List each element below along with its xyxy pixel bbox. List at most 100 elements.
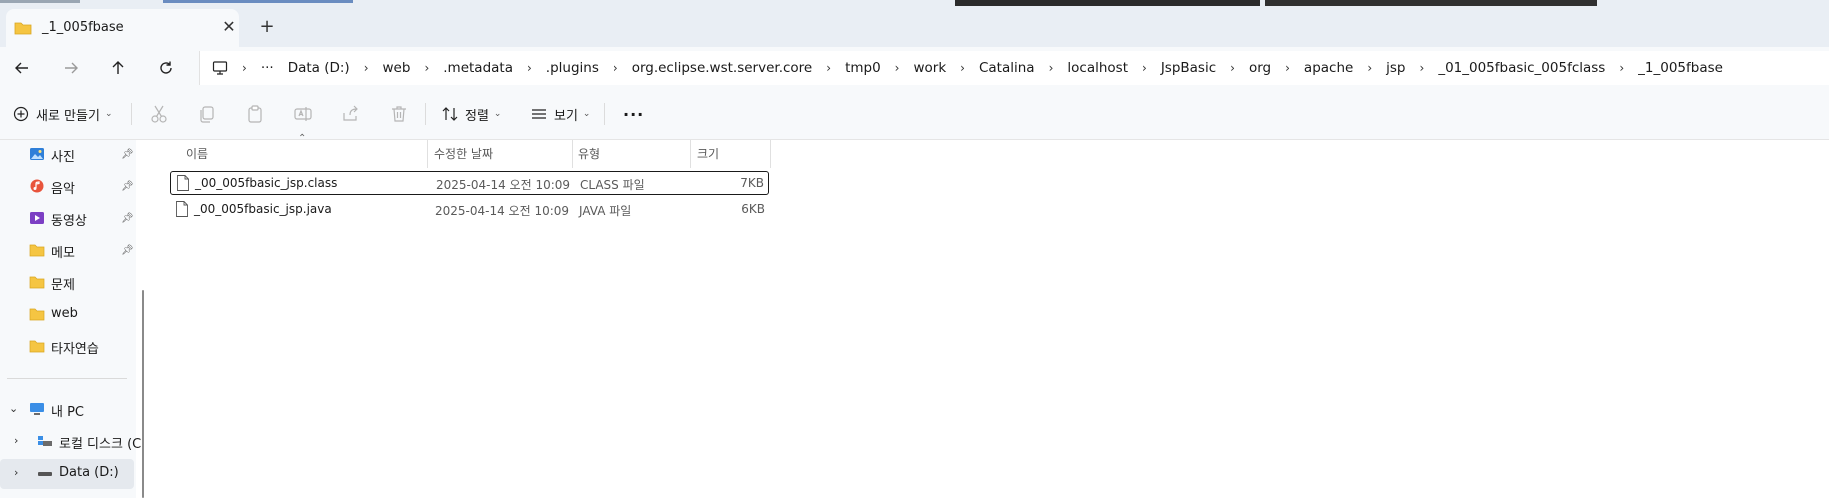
- column-header-size[interactable]: 크기: [697, 140, 719, 166]
- pin-icon: 📌︎: [121, 181, 134, 192]
- tab-current[interactable]: _1_005fbase ✕: [6, 9, 239, 47]
- sidebar-item-this-pc[interactable]: ⌄ 내 PC: [0, 395, 136, 425]
- folder-icon: [14, 22, 32, 35]
- breadcrumb-item-current[interactable]: _1_005fbase: [1638, 60, 1723, 76]
- new-button[interactable]: 새로 만들기 ⌄: [13, 101, 112, 127]
- more-options-button[interactable]: ···: [623, 101, 644, 127]
- toolbar-divider: [131, 103, 132, 125]
- sidebar-item-data-d[interactable]: › Data (D:): [0, 459, 134, 489]
- chevron-right-icon[interactable]: ›: [613, 61, 618, 75]
- chevron-right-icon[interactable]: ›: [1367, 61, 1372, 75]
- cut-icon[interactable]: [149, 104, 169, 124]
- arrow-right-icon: [65, 62, 78, 74]
- folder-icon: [29, 308, 45, 321]
- plus-circle-icon: [13, 106, 29, 122]
- sort-icon: [442, 107, 458, 121]
- sidebar-item-videos[interactable]: 동영상 📌︎: [0, 204, 136, 234]
- delete-icon[interactable]: [389, 104, 409, 124]
- view-button[interactable]: 보기 ⌄: [530, 101, 590, 127]
- sidebar-item-label: 타자연습: [51, 342, 99, 357]
- sidebar-item-typing[interactable]: 타자연습: [0, 332, 136, 362]
- chevron-right-icon[interactable]: ›: [1285, 61, 1290, 75]
- toolbar-divider: [425, 103, 426, 125]
- sidebar-item-label: 동영상: [51, 214, 87, 229]
- column-header-type[interactable]: 유형: [578, 140, 600, 166]
- refresh-button[interactable]: [152, 56, 180, 80]
- breadcrumb-item[interactable]: localhost: [1067, 60, 1128, 76]
- column-divider[interactable]: [427, 140, 428, 168]
- column-header-name[interactable]: 이름: [186, 140, 208, 166]
- file-row[interactable]: _00_005fbasic_jsp.class 2025-04-14 오전 10…: [170, 171, 769, 195]
- paste-icon[interactable]: [245, 104, 265, 124]
- chevron-down-icon[interactable]: ⌄: [9, 402, 18, 415]
- new-tab-button[interactable]: +: [256, 17, 278, 39]
- breadcrumb-item[interactable]: org: [1249, 60, 1271, 76]
- chevron-right-icon[interactable]: ›: [14, 466, 18, 479]
- copy-icon[interactable]: [197, 104, 217, 124]
- command-bar: 새로 만들기 ⌄ 정렬 ⌄ 보기 ⌄ ···: [0, 89, 1829, 140]
- forward-button[interactable]: [57, 56, 85, 80]
- column-divider[interactable]: [770, 140, 771, 168]
- column-divider[interactable]: [690, 140, 691, 168]
- breadcrumb-item[interactable]: _01_005fbasic_005fclass: [1438, 60, 1605, 76]
- sidebar-item-problems[interactable]: 문제: [0, 268, 136, 298]
- sidebar-item-local-disk-c[interactable]: › 로컬 디스크 (C: [0, 427, 141, 457]
- breadcrumb-item[interactable]: apache: [1304, 60, 1353, 76]
- chevron-right-icon[interactable]: ›: [1420, 61, 1425, 75]
- close-tab-button[interactable]: ✕: [218, 16, 240, 38]
- breadcrumb-item[interactable]: .metadata: [443, 60, 513, 76]
- chevron-right-icon[interactable]: ›: [364, 61, 369, 75]
- sidebar-item-label: 사진: [51, 150, 75, 165]
- breadcrumb-item[interactable]: Data (D:): [288, 60, 350, 76]
- up-button[interactable]: [104, 56, 132, 80]
- background-strip-segment: [163, 0, 353, 3]
- file-name: _00_005fbasic_jsp.java: [194, 202, 332, 216]
- chevron-right-icon[interactable]: ›: [1230, 61, 1235, 75]
- breadcrumb-item[interactable]: web: [383, 60, 411, 76]
- breadcrumb-item[interactable]: Catalina: [979, 60, 1035, 76]
- chevron-right-icon[interactable]: ›: [1142, 61, 1147, 75]
- chevron-right-icon[interactable]: ›: [895, 61, 900, 75]
- chevron-right-icon[interactable]: ›: [826, 61, 831, 75]
- drive-icon: [38, 472, 52, 476]
- breadcrumb-item[interactable]: work: [913, 60, 946, 76]
- file-row[interactable]: _00_005fbasic_jsp.java 2025-04-14 오전 10:…: [170, 198, 769, 222]
- tab-bar: _1_005fbase ✕ +: [0, 6, 1829, 47]
- sort-button[interactable]: 정렬 ⌄: [441, 101, 501, 127]
- file-type: JAVA 파일: [579, 204, 632, 218]
- pin-icon: 📌︎: [121, 149, 134, 160]
- breadcrumb-item[interactable]: JspBasic: [1161, 60, 1216, 76]
- sidebar-item-pictures[interactable]: 사진 📌︎: [0, 140, 136, 170]
- chevron-right-icon[interactable]: ›: [14, 434, 18, 447]
- view-list-icon: [532, 109, 546, 119]
- rename-icon[interactable]: [293, 104, 313, 124]
- chevron-right-icon[interactable]: ›: [1049, 61, 1054, 75]
- computer-icon: [30, 403, 44, 415]
- chevron-right-icon[interactable]: ›: [1619, 61, 1624, 75]
- sidebar-item-label: 문제: [51, 278, 75, 293]
- folder-icon: [29, 340, 45, 353]
- breadcrumb-item[interactable]: jsp: [1386, 60, 1405, 76]
- breadcrumb-item[interactable]: .plugins: [546, 60, 599, 76]
- back-button[interactable]: [8, 56, 36, 80]
- sidebar-scrollbar[interactable]: [142, 290, 144, 498]
- breadcrumb-item[interactable]: org.eclipse.wst.server.core: [632, 60, 813, 76]
- chevron-right-icon[interactable]: ›: [527, 61, 532, 75]
- sidebar-item-web[interactable]: web: [0, 300, 136, 330]
- column-header-modified[interactable]: 수정한 날짜: [434, 140, 493, 166]
- sidebar-item-label: Data (D:): [59, 465, 119, 480]
- sidebar-item-memo[interactable]: 메모 📌︎: [0, 236, 136, 266]
- navigation-bar: › ··· Data (D:) › web › .metadata › .plu…: [0, 47, 1829, 89]
- chevron-right-icon[interactable]: ›: [960, 61, 965, 75]
- sidebar-item-label: 메모: [51, 246, 75, 261]
- sidebar-item-music[interactable]: 음악 📌︎: [0, 172, 136, 202]
- breadcrumb-overflow-button[interactable]: ···: [261, 60, 274, 76]
- sidebar-divider: [7, 378, 127, 379]
- chevron-right-icon[interactable]: ›: [424, 61, 429, 75]
- column-divider[interactable]: [572, 140, 573, 168]
- breadcrumb-item[interactable]: tmp0: [845, 60, 881, 76]
- breadcrumb: › ··· Data (D:) › web › .metadata › .plu…: [212, 51, 1723, 85]
- sidebar-item-label: 로컬 디스크 (C: [59, 437, 142, 452]
- share-icon[interactable]: [341, 104, 361, 124]
- address-bar[interactable]: › ··· Data (D:) › web › .metadata › .plu…: [199, 51, 1829, 85]
